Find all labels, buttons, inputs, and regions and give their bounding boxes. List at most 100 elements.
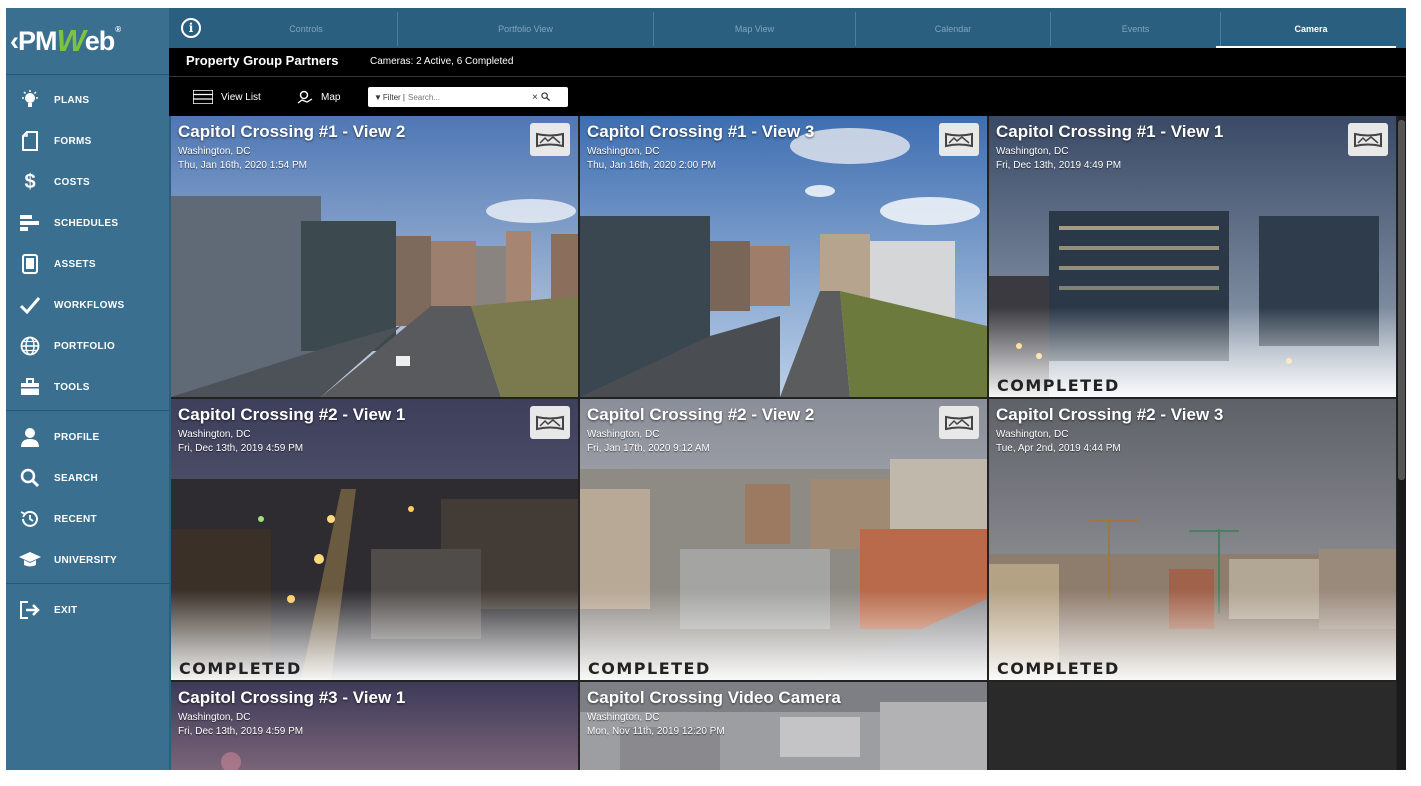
- camera-card[interactable]: Capitol Crossing Video Camera Washington…: [580, 682, 987, 770]
- sidebar-item-profile[interactable]: PROFILE: [6, 417, 169, 457]
- camera-location: Washington, DC: [178, 146, 251, 157]
- camera-header: Property Group Partners Cameras: 2 Activ…: [169, 48, 1406, 116]
- camera-title: Capitol Crossing #1 - View 1: [996, 122, 1224, 141]
- graduation-cap-icon: [18, 549, 42, 571]
- camera-title: Capitol Crossing #3 - View 1: [178, 688, 406, 707]
- camera-grid: Capitol Crossing #1 - View 2 Washington,…: [171, 116, 1397, 770]
- sidebar-item-workflows[interactable]: WORKFLOWS: [6, 285, 169, 325]
- camera-snapshot: [171, 116, 578, 397]
- app-window: ‹PM Web ® PLANS FORMS $ COSTS SCHEDULES AS…: [6, 8, 1406, 770]
- panorama-icon[interactable]: [939, 406, 979, 439]
- camera-card[interactable]: Capitol Crossing #3 - View 1 Washington,…: [171, 682, 578, 770]
- camera-title: Capitol Crossing #2 - View 1: [178, 405, 406, 424]
- filter-search-box[interactable]: ▼ Filter | ×: [368, 87, 568, 107]
- camera-location: Washington, DC: [996, 429, 1069, 440]
- sidebar-item-label: SCHEDULES: [54, 217, 119, 229]
- tab-controls[interactable]: Controls: [215, 12, 398, 46]
- camera-title: Capitol Crossing #2 - View 3: [996, 405, 1224, 424]
- camera-summary: Cameras: 2 Active, 6 Completed: [370, 56, 514, 67]
- sidebar-item-university[interactable]: UNIVERSITY: [6, 540, 169, 580]
- organization-name: Property Group Partners: [186, 53, 339, 68]
- sidebar-item-label: EXIT: [54, 604, 78, 616]
- sidebar-item-schedules[interactable]: SCHEDULES: [6, 203, 169, 243]
- sidebar-item-label: PORTFOLIO: [54, 340, 116, 352]
- sidebar-item-costs[interactable]: $ COSTS: [6, 162, 169, 202]
- search-icon[interactable]: [541, 91, 550, 103]
- camera-title: Capitol Crossing #1 - View 2: [178, 122, 406, 141]
- sidebar-item-recent[interactable]: RECENT: [6, 499, 169, 539]
- logo-registered: ®: [115, 24, 121, 34]
- empty-grid-slot: [989, 682, 1396, 770]
- sidebar-item-label: WORKFLOWS: [54, 299, 125, 311]
- header-divider: [169, 76, 1406, 77]
- camera-timestamp: Fri, Jan 17th, 2020 9:12 AM: [587, 443, 710, 454]
- scrollbar-thumb[interactable]: [1398, 120, 1405, 480]
- camera-location: Washington, DC: [587, 712, 660, 723]
- tab-calendar[interactable]: Calendar: [856, 12, 1051, 46]
- camera-title: Capitol Crossing Video Camera: [587, 688, 841, 707]
- sidebar-item-label: ASSETS: [54, 258, 96, 270]
- search-input[interactable]: [408, 92, 528, 102]
- sidebar-item-search[interactable]: SEARCH: [6, 458, 169, 498]
- sidebar-item-label: FORMS: [54, 135, 92, 147]
- panorama-icon[interactable]: [1348, 123, 1388, 156]
- globe-icon: [18, 335, 42, 357]
- tab-map-view[interactable]: Map View: [654, 12, 856, 46]
- pmweb-logo[interactable]: ‹PM Web ®: [6, 8, 169, 74]
- document-icon: [18, 130, 42, 152]
- map-pin-icon: [297, 90, 313, 104]
- person-icon: [18, 426, 42, 448]
- tab-portfolio-view[interactable]: Portfolio View: [398, 12, 654, 46]
- camera-card[interactable]: Capitol Crossing #2 - View 2 Washington,…: [580, 399, 987, 680]
- status-badge: COMPLETED: [179, 659, 302, 678]
- panorama-icon[interactable]: [530, 406, 570, 439]
- camera-timestamp: Fri, Dec 13th, 2019 4:59 PM: [178, 726, 304, 737]
- sidebar-divider: [6, 410, 169, 411]
- camera-timestamp: Thu, Jan 16th, 2020 1:54 PM: [178, 160, 307, 171]
- sidebar-item-plans[interactable]: PLANS: [6, 80, 169, 120]
- status-badge: COMPLETED: [588, 659, 711, 678]
- view-list-button[interactable]: View List: [193, 90, 261, 104]
- camera-location: Washington, DC: [178, 429, 251, 440]
- checkmark-icon: [18, 294, 42, 316]
- camera-card[interactable]: Capitol Crossing #2 - View 3 Washington,…: [989, 399, 1396, 680]
- sidebar: ‹PM Web ® PLANS FORMS $ COSTS SCHEDULES AS…: [6, 8, 169, 770]
- sidebar-item-label: COSTS: [54, 176, 90, 188]
- sidebar-item-exit[interactable]: EXIT: [6, 590, 169, 630]
- sidebar-item-label: TOOLS: [54, 381, 90, 393]
- camera-timestamp: Tue, Apr 2nd, 2019 4:44 PM: [996, 443, 1121, 454]
- view-list-label: View List: [221, 91, 261, 103]
- sidebar-divider: [6, 74, 169, 75]
- camera-card[interactable]: Capitol Crossing #1 - View 1 Washington,…: [989, 116, 1396, 397]
- camera-timestamp: Thu, Jan 16th, 2020 2:00 PM: [587, 160, 716, 171]
- clear-icon[interactable]: ×: [532, 92, 538, 103]
- info-icon[interactable]: i: [181, 18, 201, 38]
- status-badge: COMPLETED: [997, 376, 1120, 395]
- camera-card[interactable]: Capitol Crossing #2 - View 1 Washington,…: [171, 399, 578, 680]
- exit-icon: [18, 599, 42, 621]
- search-icon: [18, 467, 42, 489]
- sidebar-item-portfolio[interactable]: PORTFOLIO: [6, 326, 169, 366]
- top-nav-bar: i Controls Portfolio View Map View Calen…: [169, 8, 1406, 48]
- panorama-icon[interactable]: [939, 123, 979, 156]
- sidebar-item-label: PLANS: [54, 94, 90, 106]
- camera-location: Washington, DC: [996, 146, 1069, 157]
- camera-location: Washington, DC: [178, 712, 251, 723]
- camera-card[interactable]: Capitol Crossing #1 - View 2 Washington,…: [171, 116, 578, 397]
- panorama-icon[interactable]: [530, 123, 570, 156]
- camera-location: Washington, DC: [587, 146, 660, 157]
- camera-timestamp: Fri, Dec 13th, 2019 4:59 PM: [178, 443, 304, 454]
- camera-snapshot: [580, 116, 987, 397]
- list-icon: [193, 90, 213, 104]
- sidebar-item-assets[interactable]: ASSETS: [6, 244, 169, 284]
- tab-events[interactable]: Events: [1051, 12, 1221, 46]
- sidebar-item-forms[interactable]: FORMS: [6, 121, 169, 161]
- sidebar-item-label: RECENT: [54, 513, 97, 525]
- camera-card[interactable]: Capitol Crossing #1 - View 3 Washington,…: [580, 116, 987, 397]
- toolbox-icon: [18, 376, 42, 398]
- sidebar-item-tools[interactable]: TOOLS: [6, 367, 169, 407]
- map-button[interactable]: Map: [297, 90, 340, 104]
- filter-label: Filter |: [382, 92, 405, 102]
- tab-camera[interactable]: Camera: [1221, 12, 1401, 46]
- sidebar-item-label: PROFILE: [54, 431, 100, 443]
